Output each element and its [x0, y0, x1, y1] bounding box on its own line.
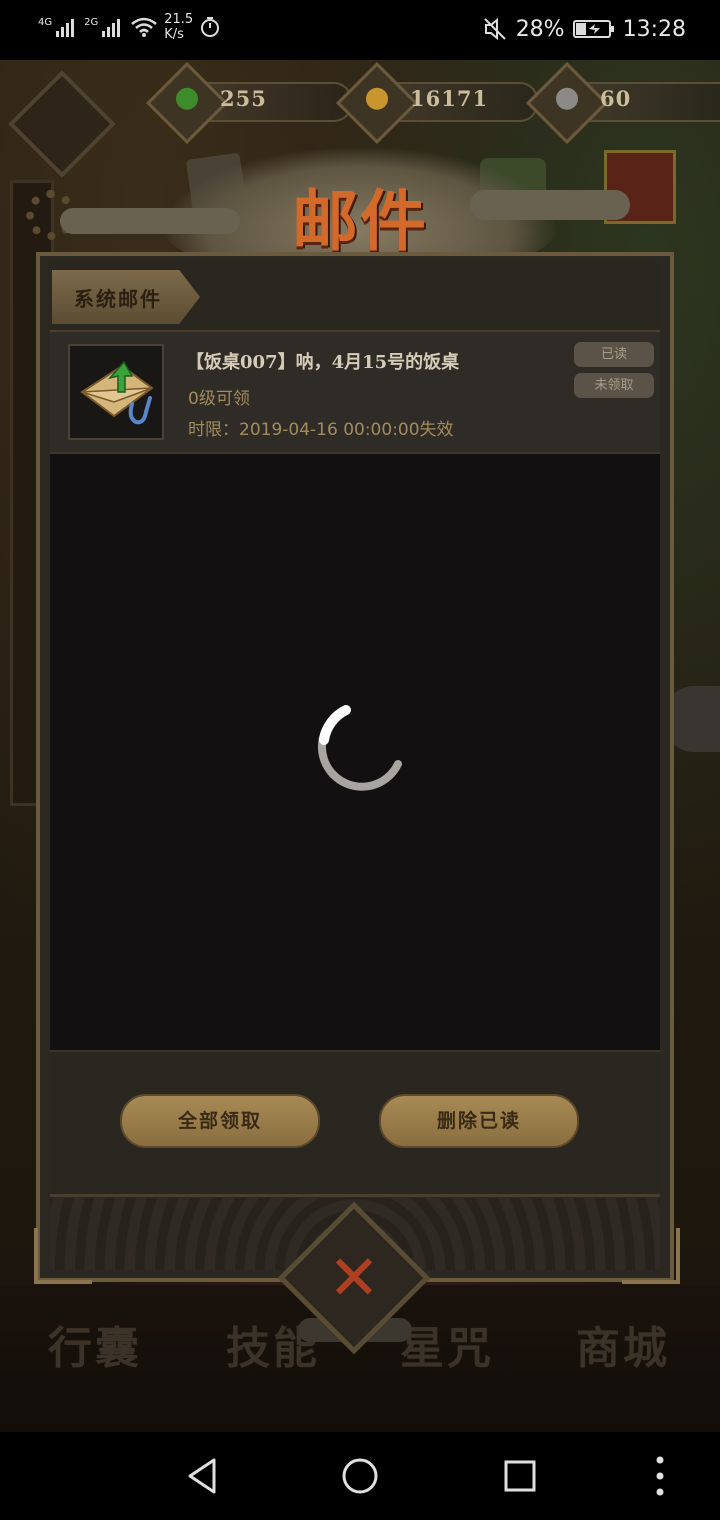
network-2g-icon: 2G	[84, 17, 124, 37]
signal-bars-icon	[102, 19, 121, 37]
envelope-attachment-icon	[68, 344, 164, 440]
recents-icon[interactable]	[503, 1456, 537, 1496]
back-icon[interactable]	[186, 1456, 218, 1496]
loading-spinner-icon	[317, 705, 402, 791]
background-nav-item: 星咒	[400, 1323, 494, 1374]
resource-spirit-value: 60	[600, 86, 632, 111]
mute-icon	[483, 17, 506, 41]
timer-icon	[201, 17, 220, 37]
read-status-badge: 已读	[574, 342, 654, 367]
dialog-title: 邮件	[292, 182, 428, 260]
delete-read-button[interactable]: 删除已读	[379, 1094, 579, 1148]
clock: 13:28	[622, 16, 686, 42]
title-scroll-left	[60, 208, 240, 234]
close-icon[interactable]: ✕	[320, 1242, 388, 1314]
background-nav-item: 商城	[576, 1323, 670, 1374]
status-left: 4G 2G 21.5 K/s	[38, 12, 221, 42]
status-right: 28% 13:28	[482, 16, 686, 42]
more-options-icon[interactable]	[650, 1456, 670, 1496]
mail-title: 【饭桌007】呐，4月15号的饭桌	[186, 352, 460, 373]
claim-all-button[interactable]: 全部领取	[120, 1094, 320, 1148]
network-label: 2G	[84, 17, 99, 28]
panel-corner-right	[622, 1228, 680, 1284]
network-speed: 21.5 K/s	[164, 12, 193, 42]
panel-corner-left	[34, 1228, 92, 1284]
network-label: 4G	[38, 17, 53, 28]
speed-unit: K/s	[164, 27, 184, 42]
signal-bars-icon	[56, 19, 75, 37]
tab-system-mail-label: 系统邮件	[74, 287, 162, 311]
speed-value: 21.5	[164, 12, 194, 27]
home-icon[interactable]	[341, 1456, 379, 1496]
battery-charging-icon	[572, 20, 614, 38]
claim-status-badge: 未领取	[574, 373, 654, 398]
status-bar: 4G 2G 21.5 K/s 28% 13:28	[0, 0, 720, 60]
resource-jade-value: 255	[220, 86, 267, 111]
wifi-icon	[131, 17, 158, 37]
title-scroll-right	[470, 190, 630, 220]
mail-deadline: 时限：2019-04-16 00:00:00失效	[188, 420, 454, 440]
background-nav-item: 行囊	[48, 1323, 142, 1374]
battery-percent: 28%	[515, 16, 565, 42]
network-4g-icon: 4G	[38, 17, 78, 37]
resource-coins-value: 16171	[410, 86, 489, 111]
mail-level-requirement: 0级可领	[188, 389, 250, 409]
